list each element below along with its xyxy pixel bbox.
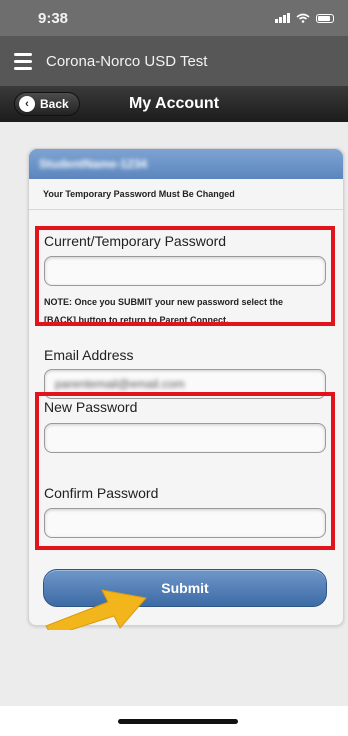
battery-icon: [316, 13, 334, 23]
highlight-box-new-password: [35, 392, 335, 550]
bottom-bar: [0, 706, 348, 736]
status-time: 9:38: [38, 9, 69, 27]
wifi-icon: [296, 13, 310, 23]
email-label: Email Address: [44, 347, 134, 363]
pointer-arrow-icon: [45, 589, 147, 630]
app-bar: Corona-Norco USD Test: [0, 36, 348, 86]
nav-bar: ‹ Back My Account: [0, 86, 348, 122]
card-header: StudentName-1234: [29, 149, 343, 179]
back-chevron-icon: ‹: [19, 96, 35, 112]
email-value: parentemail@email.com: [55, 377, 185, 391]
highlight-box-current-password: [35, 226, 335, 326]
menu-icon[interactable]: [14, 52, 32, 70]
temp-password-message: Your Temporary Password Must Be Changed: [43, 189, 235, 199]
back-button[interactable]: ‹ Back: [14, 92, 80, 116]
back-button-label: Back: [40, 97, 69, 111]
card-header-text: StudentName-1234: [39, 157, 148, 171]
status-bar: 9:38: [0, 0, 348, 36]
home-indicator[interactable]: [118, 719, 238, 724]
signal-icon: [275, 13, 290, 23]
status-icons: [275, 13, 334, 23]
divider: [29, 209, 343, 210]
phone-screen: 9:38 Corona-Norco USD Test ‹ Back My Acc…: [0, 0, 348, 736]
app-title: Corona-Norco USD Test: [46, 52, 208, 70]
